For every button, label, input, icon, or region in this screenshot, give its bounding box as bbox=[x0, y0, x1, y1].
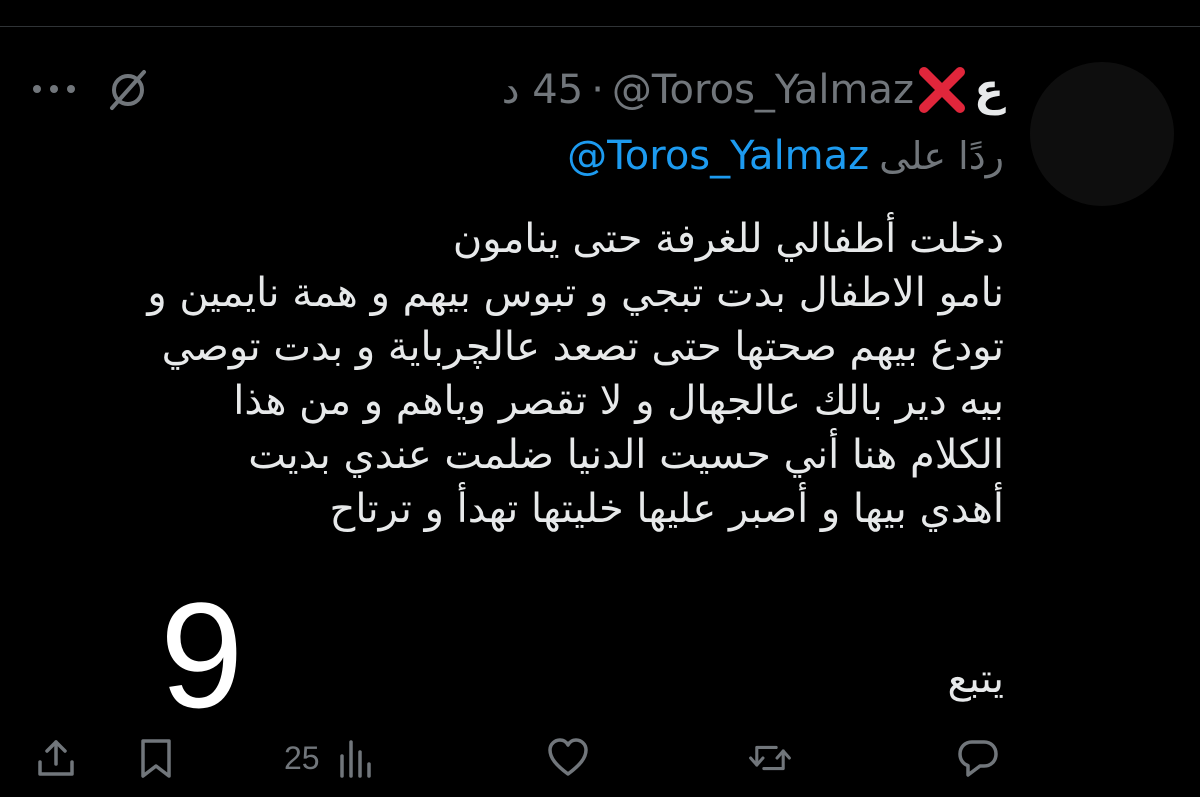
bookmark-icon bbox=[141, 739, 171, 778]
tweet-line: بيه دير بالك عالجهال و لا تقصر وياهم و م… bbox=[233, 378, 1004, 424]
bookmark-button[interactable] bbox=[134, 730, 178, 786]
action-bar: 25 bbox=[0, 730, 1200, 786]
separator-dot: · bbox=[591, 67, 604, 113]
tweet-line: الكلام هنا أني حسيت الدنيا ضلمت عندي بدي… bbox=[248, 432, 1004, 478]
overlay-number: 9 bbox=[160, 571, 244, 739]
grok-icon[interactable] bbox=[106, 68, 150, 112]
views-button[interactable]: 25 bbox=[284, 730, 378, 786]
heart-icon bbox=[548, 738, 588, 776]
reply-button[interactable] bbox=[956, 730, 1000, 786]
tweet-header: ع @Toros_Yalmaz · 45 د bbox=[502, 62, 1004, 118]
tweet-line: تودع بيهم صحتها حتى تصعد عالچرباية و بدت… bbox=[161, 324, 1004, 370]
display-name[interactable]: ع bbox=[916, 64, 1004, 116]
tweet-time[interactable]: 45 د bbox=[502, 67, 583, 113]
tweet-line: أهدي بيها و أصبر عليها خليتها تهدأ و ترت… bbox=[329, 486, 1004, 532]
top-divider bbox=[0, 26, 1200, 27]
views-icon bbox=[339, 740, 371, 778]
tweet-text: دخلت أطفالي للغرفة حتى ينامون نامو الاطف… bbox=[24, 212, 1004, 536]
reply-handle-link[interactable]: @Toros_Yalmaz bbox=[567, 133, 869, 179]
tweet-line: دخلت أطفالي للغرفة حتى ينامون bbox=[452, 216, 1004, 262]
like-button[interactable] bbox=[546, 730, 590, 786]
views-count: 25 bbox=[284, 739, 320, 776]
share-button[interactable] bbox=[34, 730, 78, 786]
user-handle[interactable]: @Toros_Yalmaz bbox=[612, 67, 914, 113]
tweet-line: نامو الاطفال بدت تبجي و تبوس بيهم و همة … bbox=[147, 270, 1004, 316]
cross-mark-icon bbox=[918, 67, 965, 113]
reply-icon bbox=[958, 740, 998, 777]
share-icon bbox=[38, 740, 74, 776]
retweet-button[interactable] bbox=[748, 730, 792, 786]
retweet-icon bbox=[749, 745, 791, 771]
follow-text: يتبع bbox=[947, 656, 1004, 702]
reply-prefix: ردًا على bbox=[879, 134, 1004, 178]
avatar[interactable] bbox=[1030, 62, 1174, 206]
reply-context: ردًا على @Toros_Yalmaz bbox=[567, 130, 1004, 182]
more-icon[interactable] bbox=[32, 84, 76, 94]
display-name-text[interactable]: ع bbox=[974, 65, 1004, 116]
